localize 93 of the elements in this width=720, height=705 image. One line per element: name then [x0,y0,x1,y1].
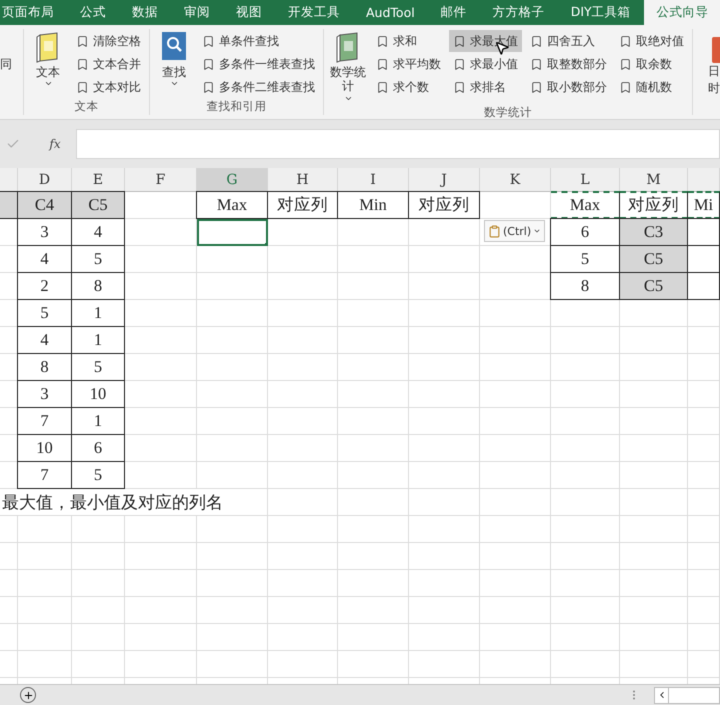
insert-function-button[interactable]: fx [40,137,70,151]
column-header[interactable]: E [72,168,125,192]
ribbon-button[interactable]: 求最小值 [449,53,522,75]
button-label: 文本 [36,65,60,80]
ribbon-big-button[interactable]: 文本 [28,29,68,99]
ribbon-tab[interactable]: 数据 [119,0,171,25]
bookmark-icon [619,80,632,94]
search-icon [161,31,187,63]
ribbon-button[interactable]: 四舍五入 [526,30,611,52]
table-cell: Max [196,191,268,219]
add-sheet-button[interactable] [20,687,36,703]
table-cell [687,218,720,246]
table-cell: C4 [17,191,72,219]
ribbon-tab[interactable]: 开发工具 [275,0,353,25]
column-header[interactable]: M [620,168,688,192]
ribbon-button[interactable]: 取整数部分 [526,53,611,75]
bookmark-icon [453,34,466,48]
table-cell: Min [337,191,409,219]
bookmark-icon [530,34,543,48]
column-header[interactable]: J [409,168,480,192]
bookmark-icon [76,58,89,70]
ribbon-button[interactable]: 清除空格 [72,30,145,52]
ribbon-button[interactable]: 取小数部分 [526,76,611,98]
button-label: 数学统计 [329,65,367,94]
ribbon-big-button[interactable]: 数学统计 [328,29,368,105]
horizontal-scrollbar[interactable] [654,686,720,704]
bookmark-icon [530,58,543,70]
ribbon-tab[interactable]: 页面布局 [0,0,67,25]
formula-input[interactable] [76,129,720,159]
column-header[interactable]: H [268,168,338,192]
ribbon-button[interactable]: 随机数 [615,76,688,98]
ribbon-tab[interactable]: 公式向导 [644,0,720,25]
bookmark-icon [376,80,389,94]
bookmark-icon [202,34,215,48]
ribbon-button[interactable]: 文本合并 [72,53,145,75]
ribbon-icon [712,37,720,63]
ribbon-button[interactable]: 文本对比 [72,76,145,98]
group-label: 数学统计 [483,104,533,120]
group-label: 文本 [74,99,100,115]
ribbon-button[interactable]: 求和 [372,30,445,52]
table-cell: 对应列 [408,191,480,219]
table-cell: C3 [619,218,688,246]
bookmark-icon [453,58,466,70]
bookmark-icon [376,34,389,48]
group-label: 查找和引用 [206,99,268,115]
ribbon-tab[interactable]: AudTool [353,0,428,25]
ribbon-button[interactable]: 取余数 [615,53,688,75]
table-cell: C5 [71,191,125,219]
table-cell: Max [551,191,620,219]
column-header[interactable]: F [125,168,197,192]
button-label: 时 [708,80,720,97]
ribbon-button[interactable]: 取绝对值 [615,30,688,52]
bookmark-icon [453,80,466,94]
column-header[interactable]: L [551,168,620,192]
column-header[interactable] [0,168,18,192]
bookmark-icon [202,58,215,70]
table-cell: 5 [71,461,125,489]
ribbon-button[interactable]: 求平均数 [372,53,445,75]
ribbon-tab[interactable]: 审阅 [171,0,223,25]
table-cell: Mi [688,191,720,219]
ribbon-tab[interactable]: 视图 [223,0,275,25]
table-cell: C5 [619,245,688,273]
bookmark-icon [376,58,389,70]
ribbon-button[interactable]: 单条件查找 [198,30,319,52]
ribbon-button[interactable]: 求个数 [372,76,445,98]
button-label: 查找 [162,65,186,80]
table-cell: 对应列 [267,191,338,219]
ribbon-tab[interactable]: DIY工具箱 [558,0,644,25]
ribbon-button[interactable]: 多条件二维表查找 [198,76,319,98]
table-cell [687,272,720,300]
bookmark-icon [202,80,215,94]
ribbon-big-button[interactable]: 查找 [154,29,194,99]
column-header[interactable]: G [197,168,268,192]
bookmark-icon [76,34,89,48]
button-label: 日 [708,63,720,80]
caret-icon [533,227,542,235]
ribbon-tab[interactable]: 公式 [67,0,119,25]
bookmark-icon [619,34,632,48]
clipboard-icon [488,224,501,238]
bookmark-icon [76,80,89,94]
column-header[interactable]: D [18,168,72,192]
ribbon-button[interactable]: 求排名 [449,76,522,98]
ribbon-tab[interactable]: 邮件 [428,0,480,25]
ribbon-button[interactable]: 多条件一维表查找 [198,53,319,75]
plus-icon [22,690,34,700]
bookmark-icon [619,58,632,70]
column-header[interactable]: K [480,168,551,192]
column-header[interactable]: I [338,168,409,192]
bookmark-icon [530,80,543,94]
table-cell: C5 [619,272,688,300]
ribbon-button-label[interactable]: 同 [0,29,24,115]
paste-options-button[interactable]: (Ctrl) [484,220,546,242]
ribbon-tab[interactable]: 方方格子 [480,0,558,25]
